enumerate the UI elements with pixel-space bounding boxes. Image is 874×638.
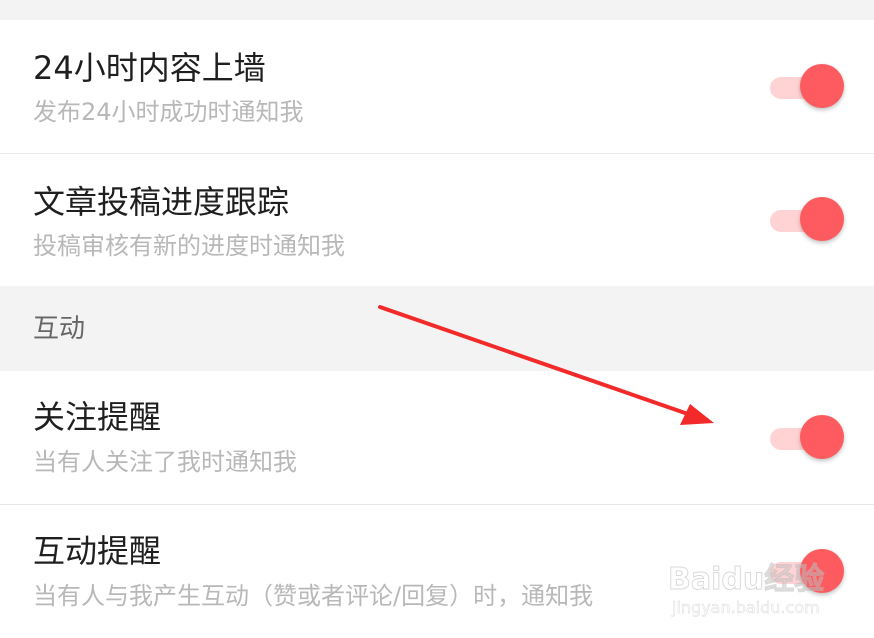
section-header-interaction: 互动 bbox=[0, 286, 874, 371]
setting-row-follow-reminder[interactable]: 关注提醒 当有人关注了我时通知我 bbox=[0, 371, 874, 504]
setting-subtitle: 当有人与我产生互动（赞或者评论/回复）时，通知我 bbox=[33, 582, 594, 610]
setting-row-submission-progress[interactable]: 文章投稿进度跟踪 投稿审核有新的进度时通知我 bbox=[0, 154, 874, 286]
setting-subtitle: 投稿审核有新的进度时通知我 bbox=[33, 232, 345, 260]
watermark-url-text: jingyan.baidu.com bbox=[672, 598, 820, 618]
setting-subtitle: 发布24小时成功时通知我 bbox=[33, 98, 304, 126]
toggle-knob bbox=[800, 197, 844, 241]
setting-title: 文章投稿进度跟踪 bbox=[33, 183, 290, 221]
toggle-knob bbox=[800, 64, 844, 108]
toggle-switch-follow-reminder[interactable] bbox=[770, 415, 846, 461]
setting-title: 互动提醒 bbox=[33, 532, 162, 570]
toggle-switch-submission-progress[interactable] bbox=[770, 197, 846, 243]
setting-row-24h-wall[interactable]: 24小时内容上墙 发布24小时成功时通知我 bbox=[0, 20, 874, 153]
watermark-logo-text: Baidu经验 bbox=[667, 562, 825, 598]
setting-title: 关注提醒 bbox=[33, 398, 162, 436]
top-spacer bbox=[0, 0, 874, 20]
baidu-watermark-logo: Baidu经验 jingyan.baidu.com bbox=[667, 540, 868, 630]
section-label: 互动 bbox=[33, 314, 86, 344]
setting-title: 24小时内容上墙 bbox=[33, 49, 266, 87]
toggle-switch-24h-wall[interactable] bbox=[770, 64, 846, 110]
toggle-knob bbox=[800, 415, 844, 459]
setting-subtitle: 当有人关注了我时通知我 bbox=[33, 448, 297, 476]
